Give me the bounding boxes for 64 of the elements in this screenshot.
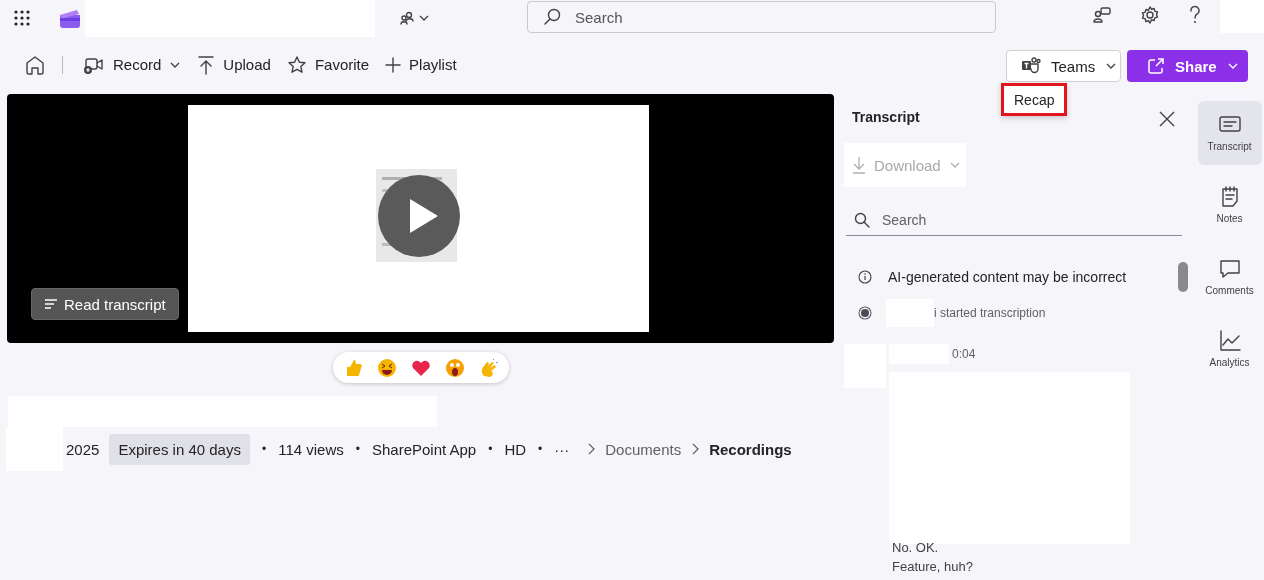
video-player[interactable]: Read transcript: [7, 94, 834, 343]
help-icon[interactable]: [1188, 5, 1202, 25]
event-text: i started transcription: [934, 306, 1046, 320]
upload-icon: [197, 54, 216, 75]
meta-text: 114 views: [278, 440, 344, 458]
transcript-line: Feature, huh?: [892, 559, 973, 574]
info-icon: [858, 270, 872, 284]
download-icon: [852, 156, 866, 174]
record-icon: [858, 306, 872, 320]
toolbar-button[interactable]: Upload: [191, 50, 277, 79]
laughing-face-icon[interactable]: [377, 357, 397, 378]
close-icon[interactable]: [1158, 110, 1176, 128]
meta-text: HD: [504, 440, 527, 458]
teams-icon: [1021, 57, 1041, 75]
search-icon: [543, 8, 561, 26]
plus-icon: [385, 56, 402, 73]
line-chart-icon: [1218, 330, 1241, 351]
toolbar-button[interactable]: Favorite: [280, 50, 376, 79]
chat-people-icon[interactable]: [1092, 5, 1112, 25]
search-field[interactable]: Search: [846, 204, 1182, 236]
more-button[interactable]: ···: [554, 440, 570, 458]
chevron-right-icon: [587, 443, 596, 455]
search-icon: [854, 212, 870, 228]
app-launcher-icon[interactable]: [13, 8, 31, 27]
panel-title: Transcript: [852, 109, 920, 125]
breadcrumb-link[interactable]: Recordings: [709, 440, 792, 458]
date-text: 2025: [66, 440, 100, 458]
share-button[interactable]: Share: [1127, 50, 1248, 82]
surprised-face-icon[interactable]: [445, 357, 465, 378]
teams-button[interactable]: Teams: [1006, 50, 1121, 82]
read-transcript-button[interactable]: Read transcript: [31, 288, 179, 320]
chevron-down-icon: [1226, 62, 1239, 70]
chevron-down-icon: [418, 13, 430, 22]
star-icon: [286, 54, 307, 75]
play-button-icon[interactable]: [378, 175, 460, 257]
bullet-separator: •: [355, 442, 360, 456]
timestamp-text: 0:04: [952, 347, 976, 361]
home-icon[interactable]: [24, 53, 46, 76]
toolbar-button[interactable]: Playlist: [379, 52, 463, 77]
share-icon: [1147, 57, 1165, 75]
breadcrumb-link[interactable]: Documents: [605, 440, 682, 458]
transcript-icon: [1218, 114, 1241, 135]
scrollbar-thumb[interactable]: [1178, 262, 1188, 292]
notice-text: AI-generated content may be incorrect: [888, 269, 1127, 285]
rail-tab[interactable]: Notes: [1197, 173, 1262, 237]
bullet-separator: •: [488, 442, 493, 456]
people-icon[interactable]: [400, 10, 414, 25]
bullet-separator: •: [261, 442, 267, 456]
toolbar-button[interactable]: Record: [77, 49, 188, 80]
rail-tab[interactable]: Comments: [1197, 245, 1262, 309]
menu-item[interactable]: Recap: [1001, 83, 1068, 116]
search-field[interactable]: Search: [527, 1, 996, 33]
rail-tab[interactable]: Analytics: [1197, 317, 1262, 381]
chevron-right-icon: [691, 443, 700, 455]
rail-tab[interactable]: Transcript: [1197, 101, 1262, 165]
transcript-line: No. OK.: [892, 540, 940, 555]
settings-icon[interactable]: [1140, 5, 1160, 25]
chevron-down-icon: [948, 161, 961, 169]
lines-icon: [44, 298, 58, 310]
bullet-separator: •: [538, 442, 543, 456]
comment-icon: [1218, 258, 1241, 279]
chevron-down-icon: [1105, 62, 1118, 70]
meta-text: SharePoint App: [371, 440, 477, 458]
expiry-badge: Expires in 40 days: [109, 433, 250, 465]
